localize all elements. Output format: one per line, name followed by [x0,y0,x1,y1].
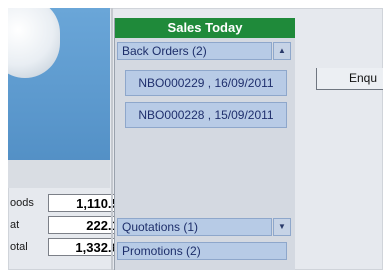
enquiry-tab[interactable]: Enqu [316,68,383,90]
scroll-up-button[interactable]: ▲ [273,42,291,60]
image-bottom-edge [8,160,110,188]
product-image [8,8,110,188]
app-window: oods 1,110.50 at 222.10 otal 1,332.60 Sa… [8,8,383,270]
totals-label-vat: at [10,219,20,231]
promotions-header[interactable]: Promotions (2) [117,242,287,260]
triangle-down-icon: ▼ [278,222,286,231]
totals-label-goods: oods [10,197,34,209]
back-orders-label: Back Orders (2) [122,44,207,58]
panel-separator [111,8,113,270]
product-shape [8,8,60,78]
quotations-label: Quotations (1) [122,220,199,234]
promotions-label: Promotions (2) [122,244,201,258]
back-orders-header[interactable]: Back Orders (2) [117,42,272,60]
triangle-up-icon: ▲ [278,46,286,55]
enquiry-tab-label: Enqu [349,71,378,85]
back-order-item[interactable]: NBO000229 , 16/09/2011 [125,70,287,96]
back-order-item[interactable]: NBO000228 , 15/09/2011 [125,102,287,128]
sales-today-panel: Sales Today Back Orders (2) ▲ NBO000229 … [114,18,295,270]
scroll-down-button[interactable]: ▼ [273,218,291,236]
panel-title: Sales Today [115,18,295,38]
totals-label-total: otal [10,241,28,253]
quotations-header[interactable]: Quotations (1) [117,218,272,236]
